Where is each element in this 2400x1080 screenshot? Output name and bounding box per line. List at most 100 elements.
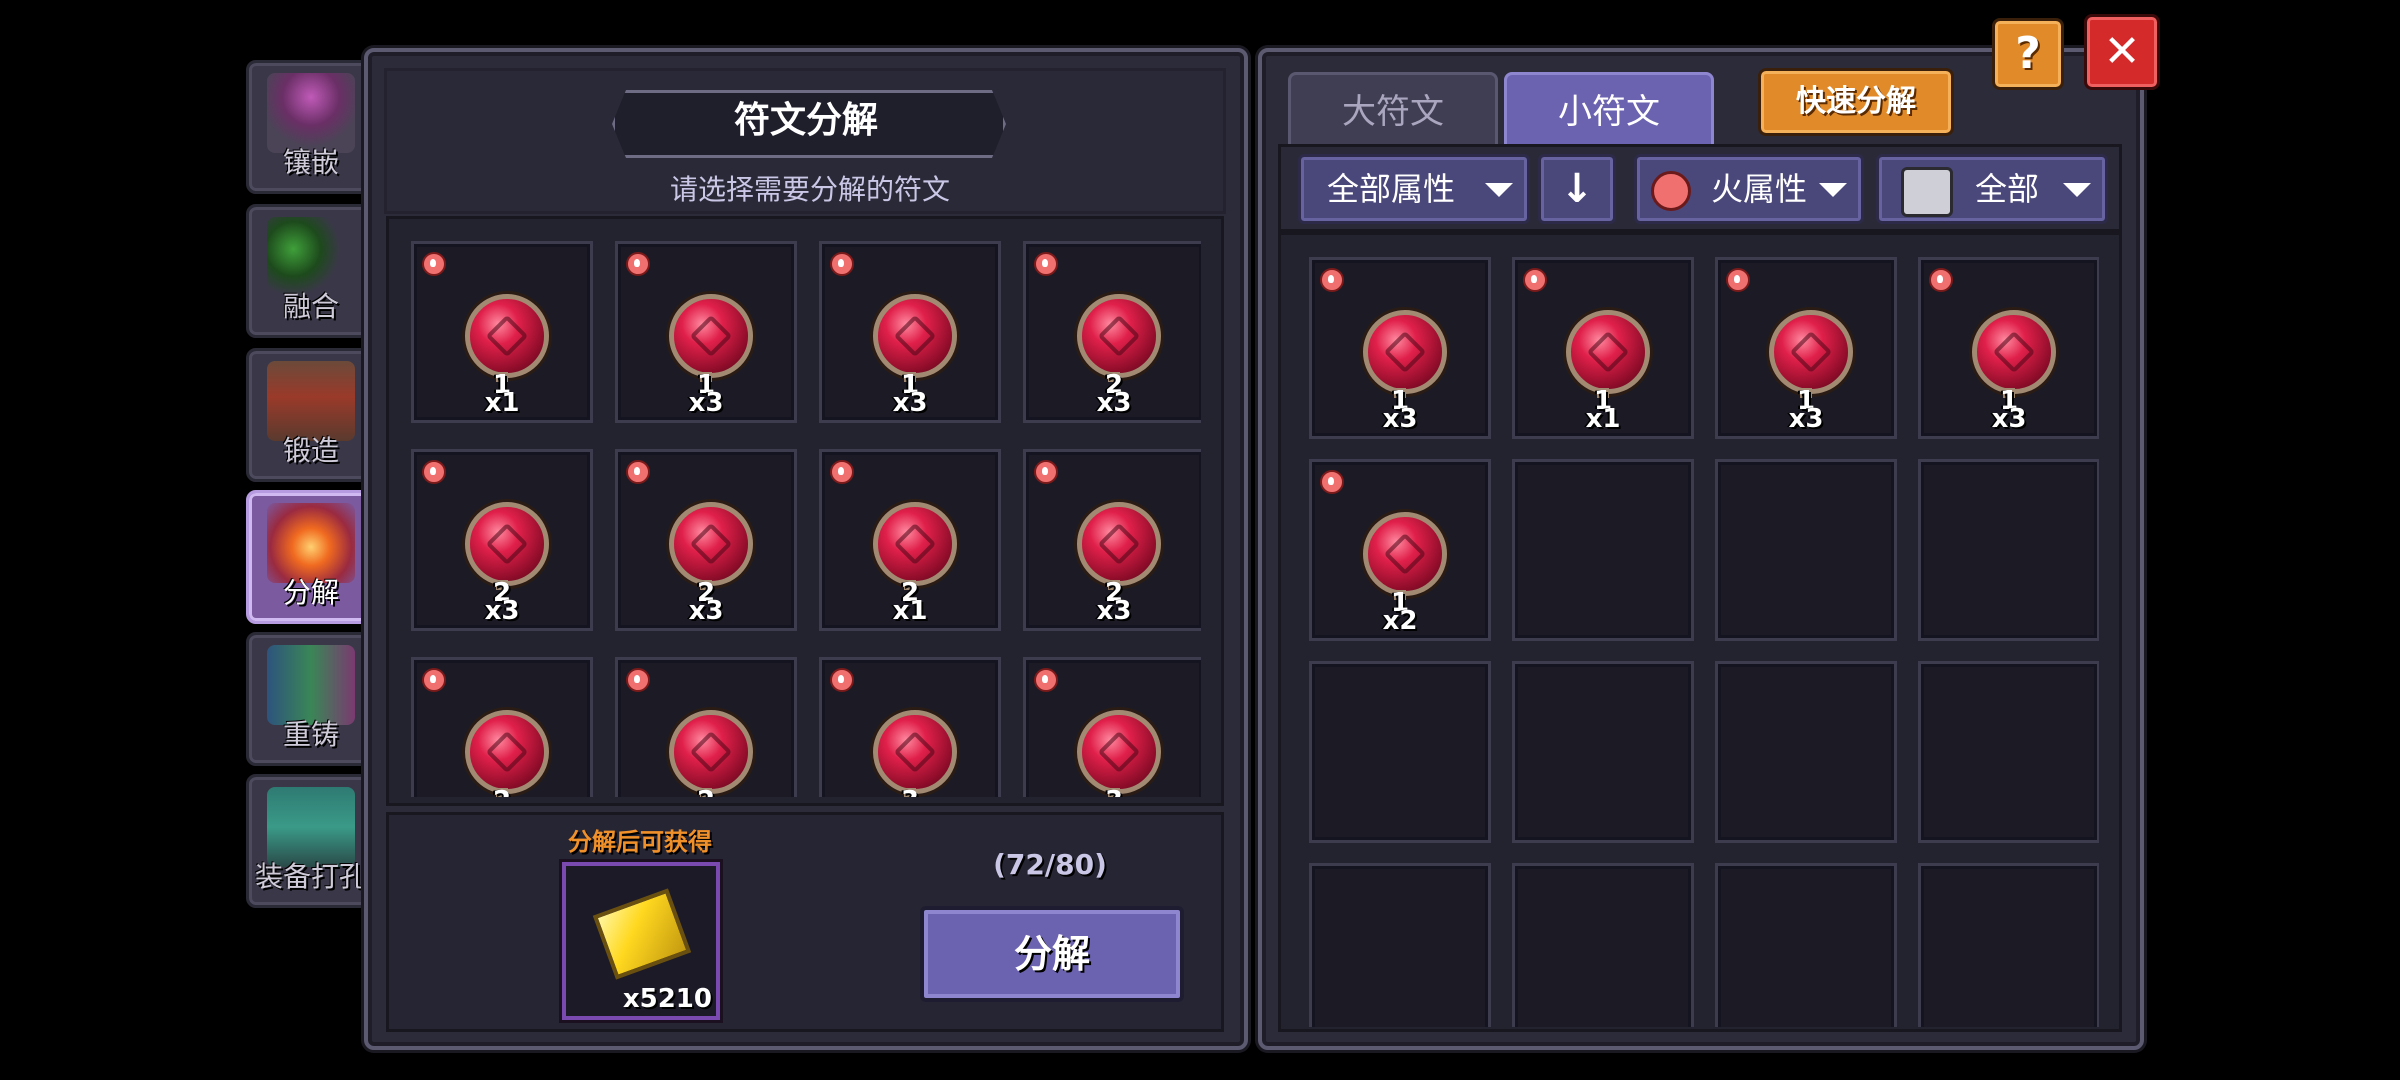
rune-icon [1769,310,1853,394]
rune-count: x3 [1991,404,2027,434]
tab-big-rune[interactable]: 大符文 [1288,72,1498,152]
type-filter-value: 全部 [1975,170,2040,208]
type-filter-dropdown[interactable]: 全部 [1876,154,2108,224]
rune-icon [873,710,957,794]
selected-rune-scroll[interactable]: 1x1 1x3 1x3 2x3 2x3 2x3 2x1 2x3 2 2 3 3 [411,241,1201,797]
side-tab-recast[interactable]: 重铸 [246,632,376,766]
side-tab-label: 重铸 [282,718,339,751]
element-filter-dropdown[interactable]: 火属性 [1634,154,1864,224]
rune-icon [669,294,753,378]
rune-slot[interactable]: 2 x1 [819,449,1001,631]
rune-icon [1566,310,1650,394]
reward-item-slot[interactable]: x5210 [562,862,720,1020]
close-icon: ✕ [2103,26,2141,77]
fire-icon [1651,171,1691,211]
fire-attribute-icon [422,252,446,276]
rune-slot[interactable]: 2 [411,657,593,797]
rune-icon [1363,512,1447,596]
side-tab-decompose[interactable]: 分解 [246,490,376,624]
chevron-down-icon [1819,183,1847,197]
help-button[interactable]: ? [1992,18,2064,90]
rune-slot[interactable]: 2 x3 [1023,241,1201,423]
rune-level: 2 [618,786,794,797]
attribute-filter-dropdown[interactable]: 全部属性 [1298,154,1530,224]
empty-slot [1715,459,1897,641]
side-tab-forge[interactable]: 锻造 [246,348,376,482]
fire-attribute-icon [1929,268,1953,292]
fire-attribute-icon [1034,668,1058,692]
rune-slot[interactable]: 1 x1 [411,241,593,423]
rune-inventory-scroll[interactable]: 1 x3 1 x1 1 x3 1 x3 1 x2 [1309,257,2099,1027]
empty-slot [1715,661,1897,843]
page-title: 符文分解 [733,100,878,141]
rune-slot[interactable]: 2 x3 [615,449,797,631]
fire-attribute-icon [1523,268,1547,292]
rune-level: 3 [1026,786,1201,797]
empty-slot [1715,863,1897,1027]
rune-slot[interactable]: 3 [819,657,1001,797]
gold-ingot-icon [592,888,692,980]
rune-slot[interactable]: 1 x3 [615,241,797,423]
fire-attribute-icon [1320,470,1344,494]
rune-slot[interactable]: 1 x3 [1715,257,1897,439]
rune-icon [1077,502,1161,586]
fire-attribute-icon [626,460,650,484]
rune-count: x2 [1382,606,1418,636]
fire-attribute-icon [1726,268,1750,292]
rune-icon [465,294,549,378]
rune-slot[interactable]: 1 x3 [1918,257,2099,439]
decompose-button[interactable]: 分解 [920,906,1184,1002]
rune-slot[interactable]: 2 x3 [1023,449,1201,631]
empty-slot [1918,863,2099,1027]
element-filter-value: 火属性 [1711,170,1808,208]
rune-icon [465,710,549,794]
fire-attribute-icon [626,252,650,276]
rune-icon [873,294,957,378]
side-tab-label: 镶嵌 [282,146,339,179]
fire-attribute-icon [830,668,854,692]
rune-slot[interactable]: 1 x3 [819,241,1001,423]
rune-icon [1077,294,1161,378]
rune-slot[interactable]: 1 x1 [1512,257,1694,439]
rune-icon [1363,310,1447,394]
chevron-down-icon [1485,183,1513,197]
side-tab-socket[interactable]: 装备打孔 [246,774,376,908]
rune-count: x3 [688,388,724,418]
empty-slot [1512,661,1694,843]
rune-count: x1 [892,596,928,626]
rune-count: x3 [892,388,928,418]
rune-count: x3 [484,596,520,626]
rune-icon [1972,310,2056,394]
fire-attribute-icon [422,668,446,692]
side-tab-label: 融合 [282,290,339,323]
rune-slot[interactable]: 2 x3 [411,449,593,631]
side-tab-fusion[interactable]: 融合 [246,204,376,338]
rune-slot[interactable]: 2 [615,657,797,797]
page-subtitle: 请选择需要分解的符文 [669,173,950,206]
side-tab-label: 分解 [282,576,339,609]
rune-level: 2 [414,786,590,797]
rune-count: x3 [1096,388,1132,418]
rune-inventory-grid: 1 x3 1 x1 1 x3 1 x3 1 x2 [1278,232,2122,1032]
empty-slot [1309,863,1491,1027]
side-tab-inlay[interactable]: 镶嵌 [246,60,376,194]
side-tab-label: 锻造 [282,434,339,467]
rune-icon [1077,710,1161,794]
quick-decompose-button[interactable]: 快速分解 [1758,68,1954,136]
tab-small-rune[interactable]: 小符文 [1504,72,1714,152]
rune-slot[interactable]: 1 x3 [1309,257,1491,439]
arrow-down-icon: ↓ [1560,166,1594,212]
rune-slot[interactable]: 1 x2 [1309,459,1491,641]
fire-attribute-icon [1034,460,1058,484]
empty-slot [1918,661,2099,843]
chevron-down-icon [2063,183,2091,197]
fire-attribute-icon [830,460,854,484]
sort-order-button[interactable]: ↓ [1538,154,1616,224]
close-button[interactable]: ✕ [2084,14,2160,90]
reward-label: 分解后可获得 [568,828,712,856]
rune-slot[interactable]: 3 [1023,657,1201,797]
capacity-counter: (72/80) [993,848,1107,881]
fire-attribute-icon [422,460,446,484]
fire-attribute-icon [830,252,854,276]
fire-attribute-icon [1034,252,1058,276]
